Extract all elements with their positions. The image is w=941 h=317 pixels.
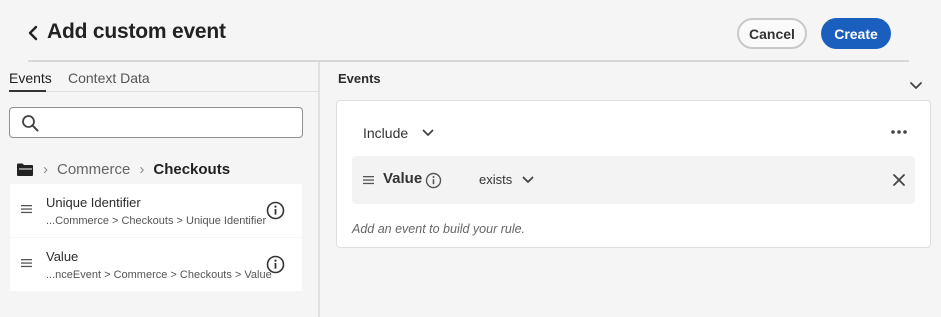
list-item-path: ...nceEvent > Commerce > Checkouts > Val… (46, 269, 272, 281)
tab-context-data[interactable]: Context Data (68, 70, 150, 86)
events-heading: Events (338, 71, 381, 86)
breadcrumb-separator: › (139, 160, 145, 178)
info-icon[interactable] (266, 255, 285, 274)
tab-events[interactable]: Events (9, 70, 52, 86)
rule-row: Value exists (352, 156, 915, 204)
search-input[interactable] (48, 112, 293, 134)
breadcrumb-commerce[interactable]: Commerce (57, 161, 130, 178)
back-button[interactable] (22, 22, 44, 44)
hint-text: Add an event to build your rule. (352, 222, 526, 236)
breadcrumb-separator: › (43, 160, 48, 178)
tabs-divider (9, 91, 318, 92)
active-tab-indicator (9, 90, 46, 92)
include-dropdown[interactable]: Include (363, 125, 434, 141)
operator-dropdown[interactable]: exists (479, 172, 534, 187)
panel-divider (318, 62, 320, 317)
header-divider (28, 60, 909, 62)
list-item-unique-identifier[interactable]: Unique Identifier ...Commerce > Checkout… (10, 184, 302, 237)
include-label: Include (363, 125, 409, 141)
info-icon[interactable] (425, 172, 442, 189)
chevron-down-icon[interactable] (908, 77, 924, 93)
chevron-down-icon (422, 129, 434, 136)
create-button[interactable]: Create (821, 18, 891, 49)
list-item-title: Value (46, 249, 79, 264)
page-title: Add custom event (47, 20, 226, 43)
rule-field-label: Value (383, 170, 423, 187)
more-icon[interactable] (890, 126, 908, 138)
chevron-down-icon (522, 176, 534, 183)
close-icon[interactable] (891, 172, 907, 188)
drag-handle-icon[interactable] (21, 258, 32, 268)
info-icon[interactable] (266, 201, 285, 220)
breadcrumb: › Commerce › Checkouts (16, 158, 230, 180)
folder-icon[interactable] (16, 162, 34, 177)
drag-handle-icon[interactable] (21, 204, 32, 214)
operator-label: exists (479, 172, 513, 187)
list-item-path: ...Commerce > Checkouts > Unique Identif… (46, 215, 267, 227)
search-icon (22, 115, 39, 132)
search-field[interactable] (9, 107, 303, 138)
chevron-left-icon (28, 25, 38, 41)
drag-handle-icon[interactable] (363, 175, 374, 185)
breadcrumb-checkouts: Checkouts (153, 160, 231, 178)
list-item-title: Unique Identifier (46, 195, 141, 210)
list-item-value[interactable]: Value ...nceEvent > Commerce > Checkouts… (10, 238, 302, 291)
cancel-button[interactable]: Cancel (737, 18, 807, 49)
